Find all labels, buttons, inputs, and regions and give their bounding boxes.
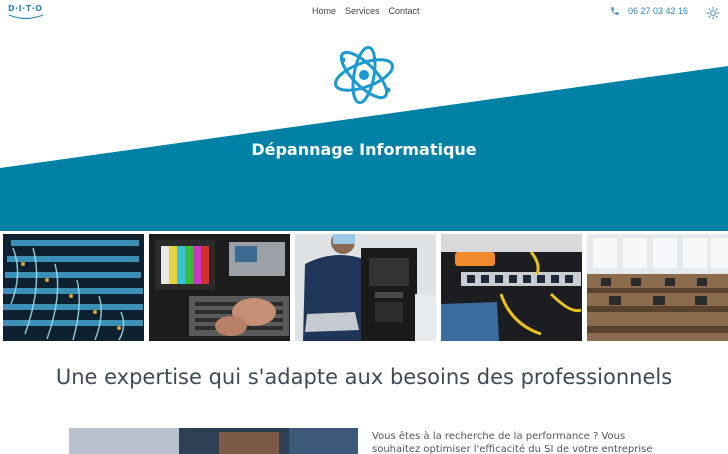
phone-number: 06 27 03 42 16 xyxy=(628,6,689,16)
top-navbar: D·I·T·O Home Services Contact 06 27 03 4… xyxy=(0,0,728,26)
nav-links: Home Services Contact xyxy=(312,6,420,16)
nav-contact-link[interactable]: Contact xyxy=(389,6,420,16)
phone-icon xyxy=(611,7,619,15)
paragraph-line: Vous êtes à la recherche de la performan… xyxy=(372,431,626,442)
hero-banner: Dépannage Informatique xyxy=(0,26,728,231)
photo-test-equipment xyxy=(149,234,290,341)
section-heading: Une expertise qui s'adapte aux besoins d… xyxy=(55,365,673,389)
photo-network-cables xyxy=(3,234,144,341)
nav-home-link[interactable]: Home xyxy=(312,6,336,16)
sun-icon[interactable] xyxy=(706,6,720,20)
photo-patch-panel xyxy=(441,234,582,341)
paragraph-line: souhaitez optimiser l'efficacité du SI d… xyxy=(372,444,653,454)
photo-strip xyxy=(0,231,728,343)
logo-swoosh-icon xyxy=(8,14,44,20)
expertise-photo xyxy=(69,428,358,454)
section-paragraph: Vous êtes à la recherche de la performan… xyxy=(372,430,672,454)
hero-title: Dépannage Informatique xyxy=(251,140,477,159)
photo-technician-pc xyxy=(295,234,436,341)
nav-services-link[interactable]: Services xyxy=(345,6,380,16)
phone-contact[interactable]: 06 27 03 42 16 xyxy=(610,6,688,16)
atom-icon xyxy=(334,45,394,105)
brand-logo[interactable]: D·I·T·O xyxy=(8,4,43,13)
photo-office-room xyxy=(587,234,728,341)
